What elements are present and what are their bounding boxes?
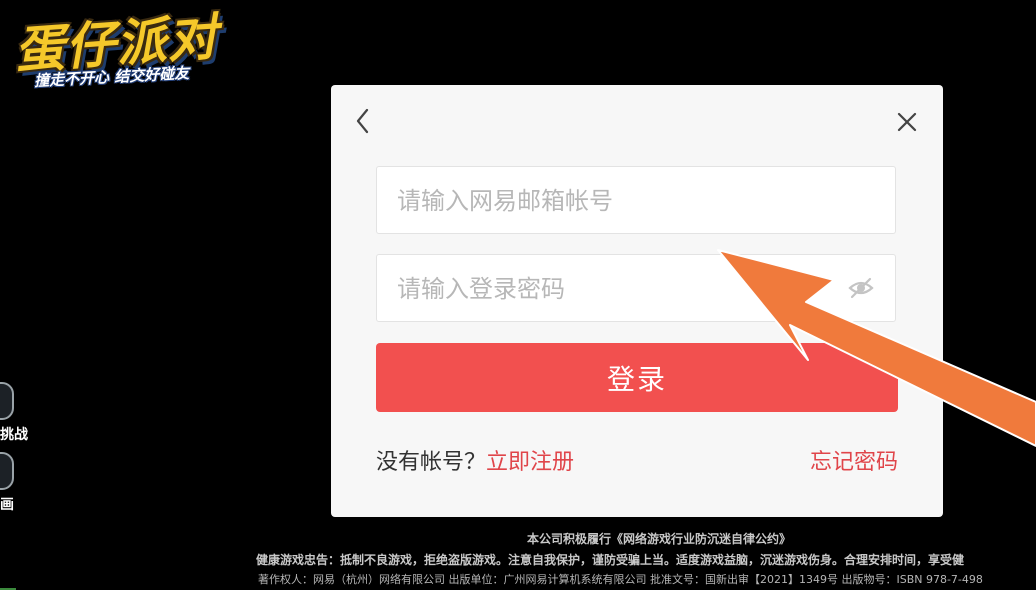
login-dialog: 登录 没有帐号？立即注册 忘记密码 [331,85,943,517]
side-label-draw[interactable]: 画 [0,494,14,514]
footer-health-advice-text: 健康游戏忠告：抵制不良游戏，拒绝盗版游戏。注意自我保护，谨防受骗上当。适度游戏益… [256,553,965,567]
forgot-password-link[interactable]: 忘记密码 [810,444,898,476]
footer-copyright-text: 著作权人：网易（杭州）网络有限公司 出版单位：广州网易计算机系统有限公司 批准文… [258,573,983,586]
register-link[interactable]: 立即注册 [486,450,574,475]
footer-self-discipline-text: 本公司积极履行《网络游戏行业防沉迷自律公约》 [527,532,792,546]
no-account-text: 没有帐号？ [376,450,487,475]
password-input[interactable] [395,255,839,323]
password-field[interactable] [376,254,896,323]
login-button[interactable]: 登录 [376,343,898,412]
register-prompt: 没有帐号？立即注册 [376,444,574,476]
side-challenge-icon[interactable] [0,382,14,420]
side-label-challenge[interactable]: 挑战 [0,424,28,444]
footer: 本公司积极履行《网络游戏行业防沉迷自律公约》 健康游戏忠告：抵制不良游戏，拒绝盗… [0,518,1036,588]
game-logo: 蛋仔派对 撞走不开心 结交好碰友 [10,4,225,92]
chevron-left-icon[interactable] [353,107,379,135]
email-input[interactable] [395,167,839,235]
side-draw-icon[interactable] [0,452,14,490]
eye-off-icon[interactable] [847,276,875,300]
close-icon[interactable] [894,109,920,135]
email-field[interactable] [376,166,896,235]
